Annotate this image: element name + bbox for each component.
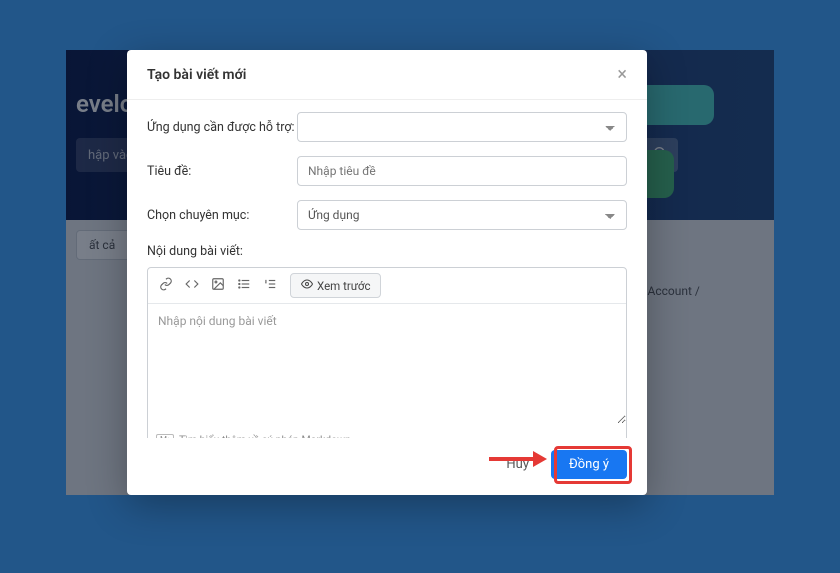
preview-button[interactable]: Xem trước bbox=[290, 273, 381, 298]
submit-button[interactable]: Đồng ý bbox=[551, 450, 627, 479]
image-button[interactable] bbox=[206, 274, 230, 298]
preview-label: Xem trước bbox=[317, 279, 370, 293]
subject-label: Tiêu đề: bbox=[147, 164, 297, 179]
image-icon bbox=[211, 277, 225, 295]
content-editor: Xem trước M↓ Tìm hiểu thêm về cú pháp Ma… bbox=[147, 267, 627, 438]
category-label: Chọn chuyên mục: bbox=[147, 208, 297, 223]
list-ol-icon bbox=[263, 277, 277, 295]
code-icon bbox=[185, 277, 199, 295]
unordered-list-button[interactable] bbox=[232, 274, 256, 298]
create-post-modal: Tạo bài viết mới × Ứng dụng cần được hỗ … bbox=[127, 50, 647, 495]
link-button[interactable] bbox=[154, 274, 178, 298]
content-textarea[interactable] bbox=[148, 304, 626, 424]
app-label: Ứng dụng cần được hỗ trợ: bbox=[147, 120, 297, 135]
cancel-button[interactable]: Huỷ bbox=[494, 451, 541, 478]
subject-input[interactable] bbox=[297, 156, 627, 186]
link-icon bbox=[159, 277, 173, 295]
list-ul-icon bbox=[237, 277, 251, 295]
content-label: Nội dung bài viết: bbox=[147, 244, 627, 259]
app-select[interactable] bbox=[297, 112, 627, 142]
eye-icon bbox=[301, 278, 313, 293]
code-button[interactable] bbox=[180, 274, 204, 298]
category-select[interactable]: Ứng dụng bbox=[297, 200, 627, 230]
ordered-list-button[interactable] bbox=[258, 274, 282, 298]
close-icon: × bbox=[617, 64, 627, 85]
modal-title: Tạo bài viết mới bbox=[147, 67, 246, 83]
markdown-help[interactable]: M↓ Tìm hiểu thêm về cú pháp Markdown bbox=[148, 427, 626, 438]
close-button[interactable]: × bbox=[617, 64, 627, 85]
